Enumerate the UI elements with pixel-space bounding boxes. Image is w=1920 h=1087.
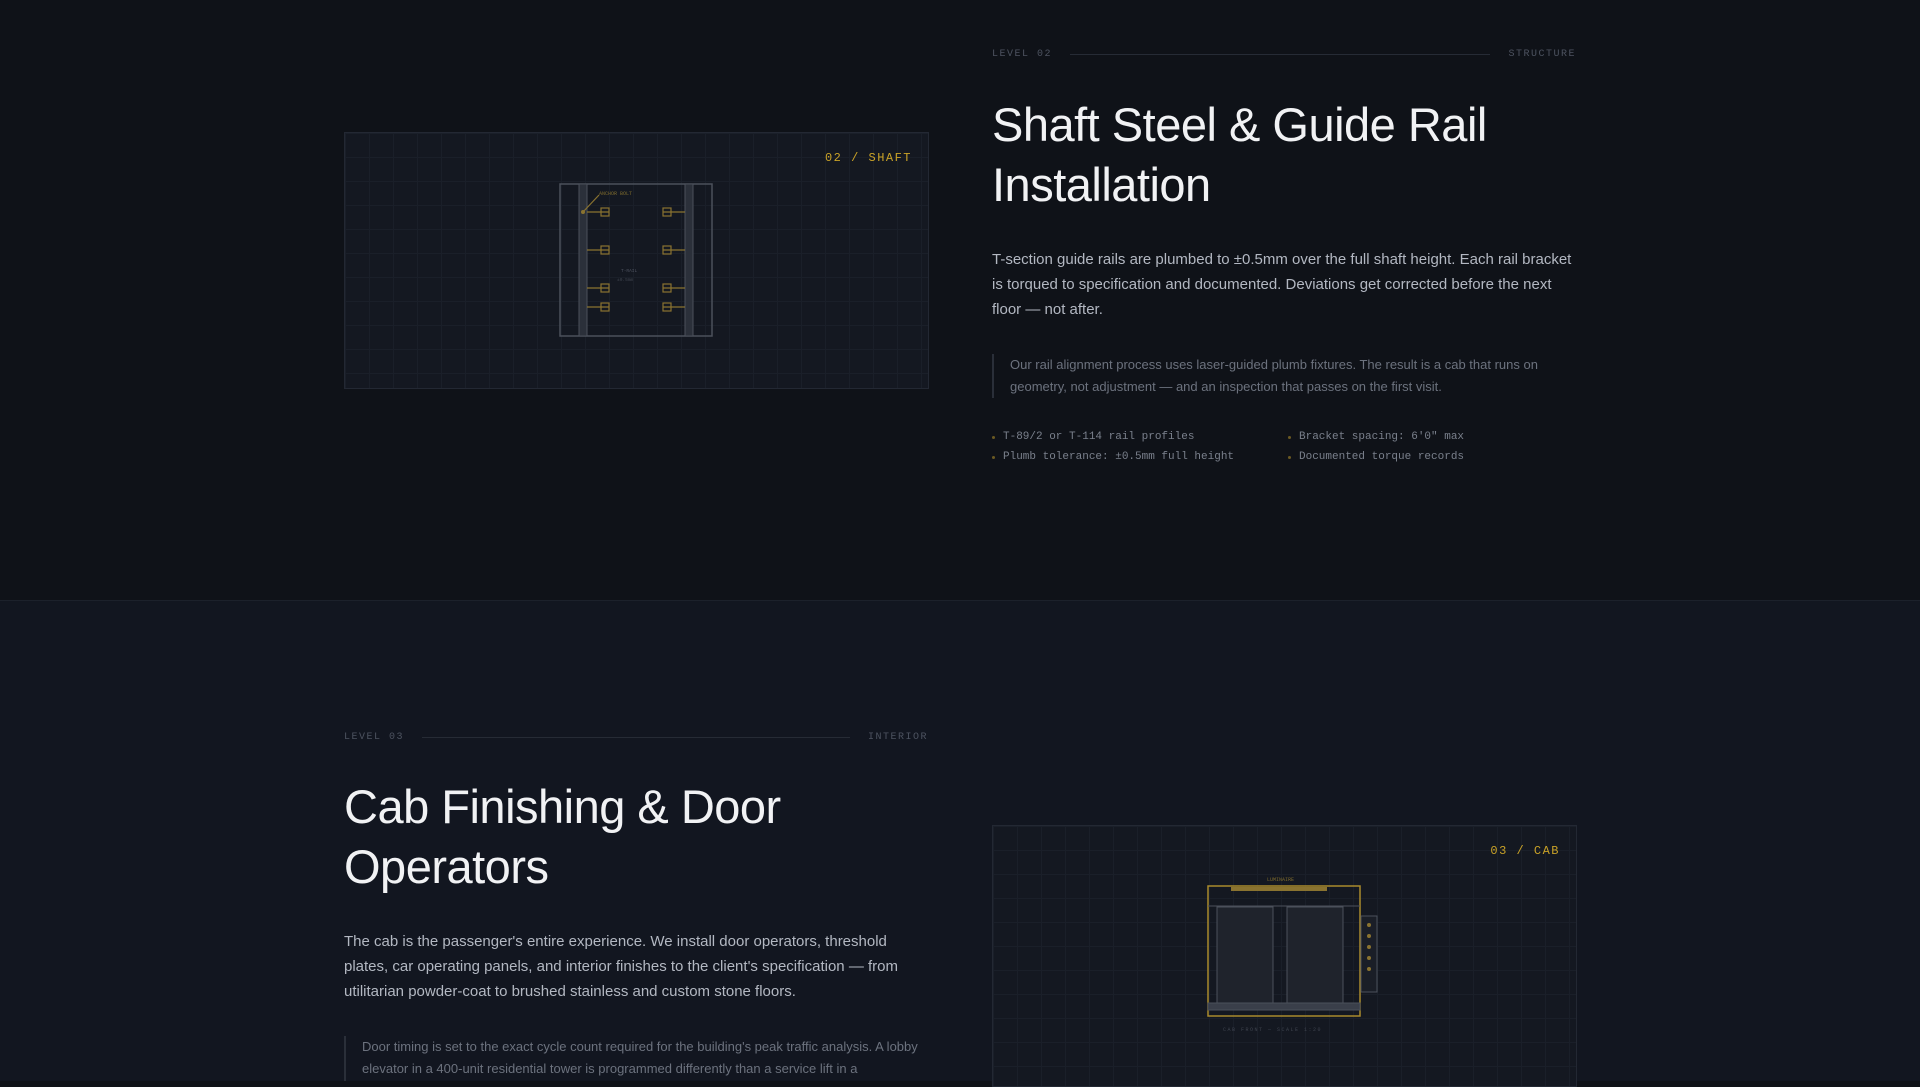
diagram-label-tolerance: ±0.5mm	[617, 277, 634, 283]
level-label: LEVEL 02	[992, 49, 1053, 60]
diagram-label-scale: CAB FRONT — SCALE 1:20	[1223, 1027, 1322, 1033]
section-title: Cab Finishing & Door Operators	[344, 777, 944, 897]
diagram-label-rail: T-RAIL	[621, 268, 638, 274]
diagram-label-anchor: ANCHOR BOLT	[599, 191, 632, 197]
section-shaft-steel: 02 / SHAFT ANCHOR BOLT T-RAIL ±0.5mm LEV…	[0, 0, 1920, 600]
spec-item: Documented torque records	[1288, 451, 1538, 463]
level-label: LEVEL 03	[344, 732, 405, 743]
section-body: T-section guide rails are plumbed to ±0.…	[992, 251, 1572, 318]
panel-tag: 02 / SHAFT	[824, 151, 912, 165]
spec-item: Bracket spacing: 6'0" max	[1288, 431, 1538, 443]
bullet-icon	[992, 435, 995, 439]
level-divider	[1070, 54, 1491, 55]
shaft-rail-diagram: ANCHOR BOLT T-RAIL ±0.5mm	[559, 183, 715, 339]
spec-item: T-89/2 or T-114 rail profiles	[992, 431, 1288, 443]
spec-item: Plumb tolerance: ±0.5mm full height	[992, 451, 1288, 463]
section-quote: Door timing is set to the exact cycle co…	[344, 1036, 932, 1081]
bullet-icon	[992, 455, 995, 459]
cab-diagram-panel: 03 / CAB LUMINAIRE CAB FRONT — SCALE 1:2…	[992, 825, 1577, 1087]
level-divider	[422, 737, 850, 738]
level-header: LEVEL 03 INTERIOR	[344, 732, 928, 743]
title-line-2: Operators	[344, 840, 549, 893]
section-cab-finishing: LEVEL 03 INTERIOR Cab Finishing & Door O…	[0, 600, 1920, 1087]
section-quote: Our rail alignment process uses laser-gu…	[992, 354, 1576, 398]
bullet-icon	[1288, 455, 1291, 459]
title-line-1: Shaft Steel & Guide Rail	[992, 98, 1487, 151]
spec-list: T-89/2 or T-114 rail profiles Bracket sp…	[992, 431, 1538, 463]
category-label: INTERIOR	[867, 732, 928, 743]
panel-tag: 03 / CAB	[1490, 844, 1560, 858]
bullet-icon	[1288, 435, 1291, 439]
section-body: The cab is the passenger's entire experi…	[344, 933, 898, 1000]
title-line-1: Cab Finishing & Door	[344, 780, 781, 833]
level-header: LEVEL 02 STRUCTURE	[992, 49, 1576, 60]
diagram-label-luminaire: LUMINAIRE	[1267, 877, 1294, 883]
section-title: Shaft Steel & Guide Rail Installation	[992, 95, 1592, 215]
cab-front-diagram: LUMINAIRE CAB FRONT — SCALE 1:20	[1203, 876, 1383, 1036]
title-line-2: Installation	[992, 158, 1211, 211]
category-label: STRUCTURE	[1508, 49, 1576, 60]
shaft-diagram-panel: 02 / SHAFT ANCHOR BOLT T-RAIL ±0.5mm	[344, 132, 929, 389]
